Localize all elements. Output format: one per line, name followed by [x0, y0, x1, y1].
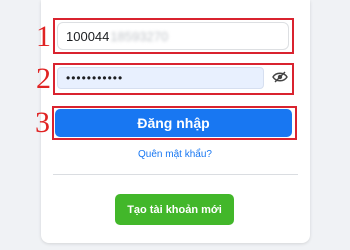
step-3-label: 3	[35, 106, 50, 139]
highlight-box-2	[53, 63, 294, 95]
divider	[53, 174, 298, 175]
step-2-label: 2	[36, 62, 51, 95]
highlight-box-1	[53, 18, 294, 54]
step-1-label: 1	[36, 20, 51, 53]
create-account-button[interactable]: Tạo tài khoản mới	[115, 194, 234, 225]
forgot-password-link[interactable]: Quên mật khẩu?	[0, 149, 350, 160]
highlight-box-3	[52, 106, 297, 140]
